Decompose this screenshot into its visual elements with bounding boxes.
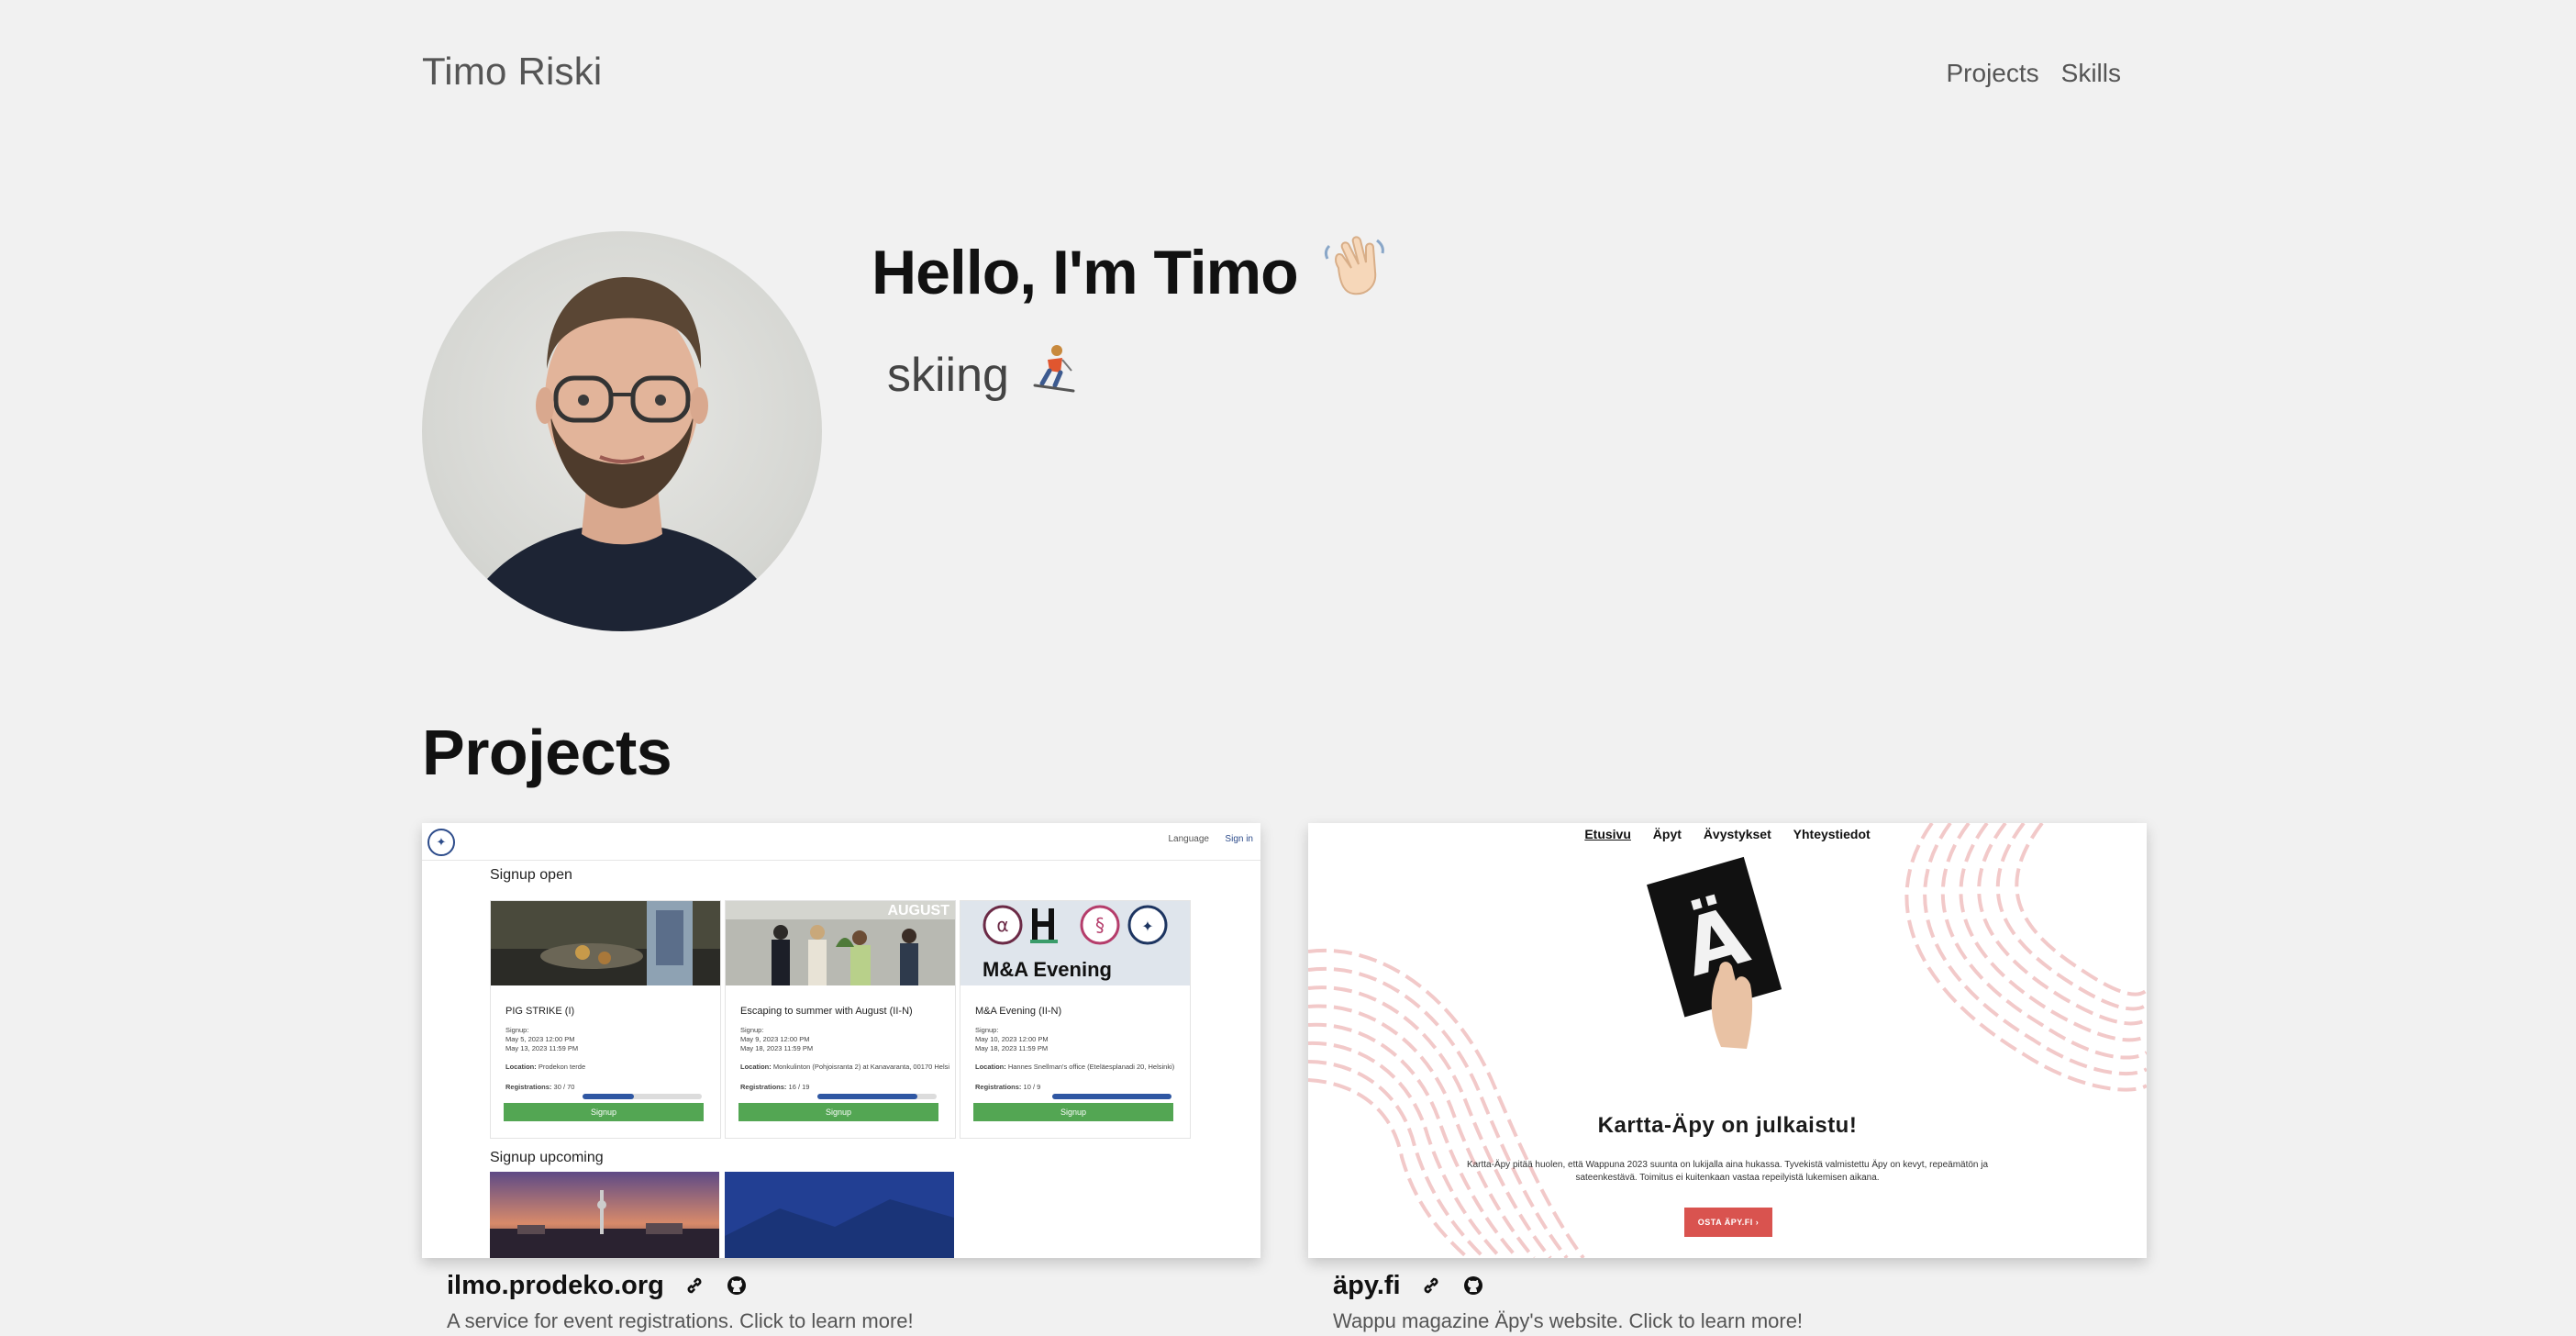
preview-signup-upcoming-heading: Signup upcoming [490, 1150, 604, 1165]
prodeko-logo-icon: ✦ [427, 829, 455, 856]
event-name: M&A Evening (II-N) [975, 1006, 1062, 1017]
upcoming-event-image [490, 1172, 719, 1258]
event-image-caption: M&A Evening [983, 958, 1112, 981]
svg-text:✦: ✦ [1141, 918, 1153, 935]
preview-topbar: ✦ Language Sign in [422, 823, 1260, 861]
external-link-icon[interactable] [683, 1274, 706, 1297]
project-card-ilmo: ✦ Language Sign in Signup open PIG STRIK… [422, 823, 1260, 1333]
project-description: A service for event registrations. Click… [447, 1309, 914, 1332]
apy-cover-image: Ä [1647, 856, 1782, 1049]
project-title-link[interactable]: ilmo.prodeko.org [447, 1271, 664, 1301]
nav-link-skills[interactable]: Skills [2061, 59, 2121, 88]
nav-links: Projects Skills [1947, 59, 2122, 88]
upcoming-event-image [725, 1172, 954, 1258]
top-nav: Timo Riski Projects Skills [422, 50, 2121, 105]
event-name: Escaping to summer with August (II-N) [740, 1006, 913, 1017]
project-preview-ilmo[interactable]: ✦ Language Sign in Signup open PIG STRIK… [422, 823, 1260, 1258]
hero-subtitle-text: skiing [887, 349, 1009, 402]
event-start: May 9, 2023 12:00 PM [740, 1035, 810, 1043]
project-card-apy: Etusivu Äpyt Ävystykset Yhteystiedot Ä K… [1308, 823, 2147, 1333]
event-end: May 18, 2023 11:59 PM [740, 1044, 814, 1052]
hero-title-text: Hello, I'm Timo [872, 238, 1299, 307]
event-name: PIG STRIKE (I) [505, 1006, 575, 1017]
event-progress-bar [583, 1094, 702, 1099]
profile-avatar [422, 231, 822, 631]
project-title-row: äpy.fi [1333, 1269, 2147, 1302]
project-title-row: ilmo.prodeko.org [447, 1269, 1260, 1302]
apy-buy-button[interactable]: OSTA ÄPY.FI › [1684, 1208, 1772, 1237]
event-registrations: Registrations: 30 / 70 [505, 1083, 575, 1091]
event-end: May 18, 2023 11:59 PM [975, 1044, 1049, 1052]
event-location: Location: Monkulinton (Pohjoisranta 2) a… [740, 1063, 950, 1071]
preview-language: Language [1168, 834, 1210, 844]
project-description: Wappu magazine Äpy's website. Click to l… [1333, 1309, 1804, 1332]
github-icon[interactable] [1461, 1274, 1485, 1297]
event-location: Location: Prodekon terde [505, 1063, 586, 1071]
event-signup-button[interactable]: Signup [973, 1103, 1173, 1121]
project-title-link[interactable]: äpy.fi [1333, 1271, 1401, 1301]
event-image-caption: AUGUST [887, 903, 949, 918]
preview-event-card: α § ✦ M&A Evening M&A Evening (II-N) Sig… [960, 900, 1191, 1139]
event-image [491, 901, 720, 985]
svg-text:§: § [1095, 914, 1105, 936]
event-signup-button[interactable]: Signup [504, 1103, 704, 1121]
event-end: May 13, 2023 11:59 PM [505, 1044, 579, 1052]
event-location: Location: Hannes Snellman's office (Etel… [975, 1063, 1175, 1071]
event-signup-label: Signup: [505, 1026, 529, 1034]
event-start: May 10, 2023 12:00 PM [975, 1035, 1049, 1043]
event-progress-bar [817, 1094, 937, 1099]
preview-event-card: AUGUST Escaping to summer with August (I… [725, 900, 956, 1139]
project-preview-apy[interactable]: Etusivu Äpyt Ävystykset Yhteystiedot Ä K… [1308, 823, 2147, 1258]
waving-hand-icon [1320, 231, 1388, 314]
preview-event-card: PIG STRIKE (I) Signup: May 5, 2023 12:00… [490, 900, 721, 1139]
brand-link[interactable]: Timo Riski [422, 50, 602, 94]
event-image: α § ✦ M&A Evening [960, 901, 1190, 985]
apy-heading: Kartta-Äpy on julkaistu! [1597, 1113, 1858, 1138]
apy-intro-text: Kartta-Äpy pitää huolen, että Wappuna 20… [1466, 1160, 1989, 1183]
nav-link-projects[interactable]: Projects [1947, 59, 2039, 88]
event-start: May 5, 2023 12:00 PM [505, 1035, 575, 1043]
event-registrations: Registrations: 16 / 19 [740, 1083, 810, 1091]
projects-heading: Projects [422, 717, 672, 788]
github-icon[interactable] [725, 1274, 749, 1297]
event-signup-label: Signup: [740, 1026, 764, 1034]
event-signup-button[interactable]: Signup [738, 1103, 938, 1121]
external-link-icon[interactable] [1419, 1274, 1443, 1297]
event-progress-bar [1052, 1094, 1171, 1099]
page: Timo Riski Projects Skills Hello, I'm Ti… [422, 0, 2147, 1336]
event-registrations: Registrations: 10 / 9 [975, 1083, 1041, 1091]
svg-text:α: α [996, 914, 1008, 936]
event-signup-label: Signup: [975, 1026, 999, 1034]
hero-title: Hello, I'm Timo [872, 231, 1388, 314]
preview-signin: Sign in [1225, 834, 1253, 844]
hero-rotating-text: skiing [887, 343, 1077, 406]
event-image: AUGUST [726, 901, 955, 985]
skier-icon [1029, 343, 1077, 406]
preview-signup-open-heading: Signup open [490, 867, 572, 883]
